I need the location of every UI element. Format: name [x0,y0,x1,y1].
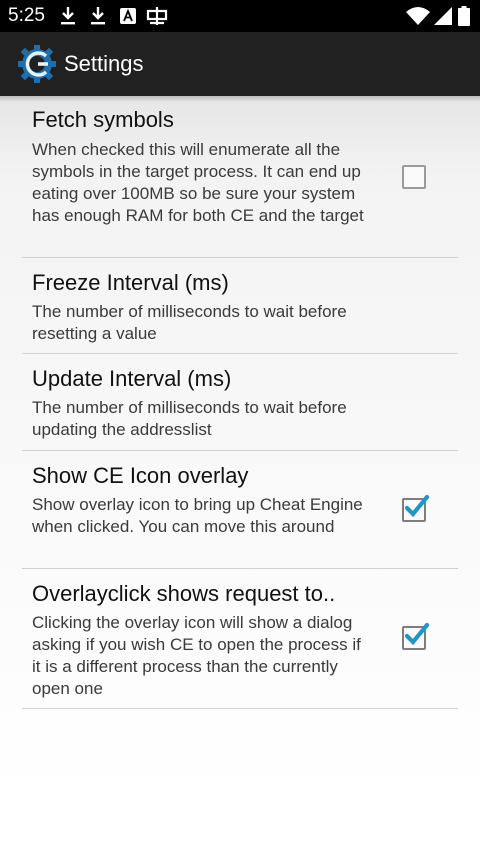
status-time: 5:25 [8,5,45,26]
pref-summary: The number of milliseconds to wait befor… [32,302,347,343]
pref-update-interval[interactable]: Update Interval (ms) The number of milli… [22,354,458,451]
pref-title: Show CE Icon overlay [32,463,249,488]
wifi-icon [406,6,430,31]
download-icon [90,6,106,31]
checkmark-icon [404,494,430,518]
keyboard-icon [146,6,168,31]
cell-signal-icon [434,6,452,31]
pref-title: Freeze Interval (ms) [32,270,229,295]
cheat-engine-logo-icon[interactable] [16,44,58,84]
pref-summary: When checked this will enumerate all the… [32,140,364,225]
page-title: Settings [64,51,144,76]
pref-freeze-interval[interactable]: Freeze Interval (ms) The number of milli… [22,258,458,354]
pref-title: Fetch symbols [32,107,174,132]
pref-title: Update Interval (ms) [32,366,232,391]
battery-icon [458,6,470,31]
download-icon [60,6,76,31]
checkmark-icon [404,622,430,646]
settings-list: Fetch symbols When checked this will enu… [0,96,480,853]
fetch-symbols-checkbox[interactable] [402,165,426,189]
system-icons [406,6,472,26]
pref-title: Overlayclick shows request to.. [32,581,336,606]
status-bar: 5:25 [0,0,480,32]
pref-show-ce-icon-overlay[interactable]: Show CE Icon overlay Show overlay icon t… [22,451,458,569]
overlayclick-shows-request-checkbox[interactable] [402,622,430,650]
show-ce-icon-overlay-checkbox[interactable] [402,494,430,522]
pref-summary: Clicking the overlay icon will show a di… [32,613,361,698]
pref-overlayclick-shows-request[interactable]: Overlayclick shows request to.. Clicking… [22,569,458,709]
pref-summary: Show overlay icon to bring up Cheat Engi… [32,495,363,536]
pref-fetch-symbols[interactable]: Fetch symbols When checked this will enu… [22,96,458,258]
a-notification-icon [120,6,136,31]
action-bar: Settings [0,32,480,96]
pref-summary: The number of milliseconds to wait befor… [32,398,347,439]
action-bar-shadow [0,96,480,102]
